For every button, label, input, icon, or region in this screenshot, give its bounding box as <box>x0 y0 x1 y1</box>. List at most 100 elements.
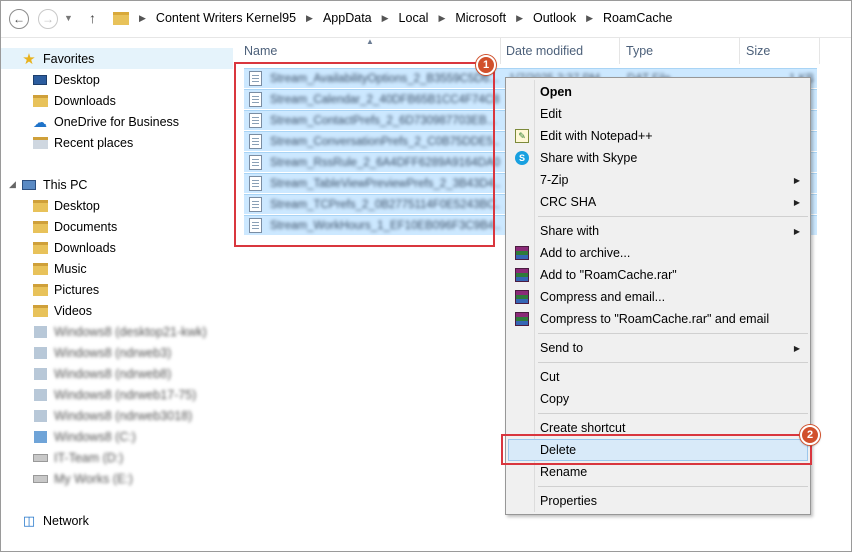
nav-blurred-item[interactable]: Windows8 (ndrweb8) <box>32 364 171 384</box>
nav-label: Windows8 (desktop21-kwk) <box>54 325 207 339</box>
breadcrumb-chevron-icon[interactable]: ▶ <box>139 13 146 24</box>
breadcrumb-chevron-icon[interactable]: ▶ <box>306 13 313 24</box>
column-label: Size <box>746 44 771 58</box>
nav-blurred-item[interactable]: Windows8 (C:) <box>32 427 136 447</box>
nav-fav-downloads[interactable]: Downloads <box>32 91 116 111</box>
breadcrumb-chevron-icon[interactable]: ▶ <box>586 13 593 24</box>
menu-item-copy[interactable]: Copy <box>508 388 808 410</box>
menu-label: Send to <box>540 341 584 355</box>
breadcrumb-item[interactable]: AppData <box>323 11 372 25</box>
menu-item-properties[interactable]: Properties <box>508 490 808 512</box>
forward-button[interactable]: → <box>38 9 58 29</box>
address-bar: ← → ▼ ↑ ▶ Content Writers Kernel95 ▶ App… <box>1 1 851 38</box>
nav-pc-desktop[interactable]: Desktop <box>32 196 100 216</box>
nav-label: Desktop <box>54 73 100 87</box>
menu-item-edit-notepad[interactable]: ✎ Edit with Notepad++ <box>508 125 808 147</box>
nav-pc-videos[interactable]: Videos <box>32 301 92 321</box>
breadcrumb-item[interactable]: Content Writers Kernel95 <box>156 11 296 25</box>
nav-label: Windows8 (C:) <box>54 430 136 444</box>
nav-fav-desktop[interactable]: Desktop <box>32 70 100 90</box>
column-header-type[interactable]: Type <box>626 38 653 64</box>
menu-item-open[interactable]: Open <box>508 81 808 103</box>
column-divider[interactable] <box>739 38 740 64</box>
submenu-arrow-icon: ▶ <box>793 197 800 207</box>
nav-blurred-item[interactable]: My Works (E:) <box>32 469 133 489</box>
menu-item-share-with[interactable]: Share with ▶ <box>508 220 808 242</box>
menu-item-compress-rar-email[interactable]: Compress to "RoamCache.rar" and email <box>508 308 808 330</box>
menu-item-share-skype[interactable]: S Share with Skype <box>508 147 808 169</box>
menu-item-send-to[interactable]: Send to ▶ <box>508 337 808 359</box>
breadcrumb-item[interactable]: Microsoft <box>455 11 506 25</box>
menu-separator <box>538 362 808 363</box>
column-divider[interactable] <box>619 38 620 64</box>
menu-item-add-archive[interactable]: Add to archive... <box>508 242 808 264</box>
column-header-name[interactable]: Name <box>244 38 277 64</box>
back-button[interactable]: ← <box>9 9 29 29</box>
menu-label: Edit with Notepad++ <box>540 129 653 143</box>
nav-pc-pictures[interactable]: Pictures <box>32 280 99 300</box>
recent-places-icon <box>32 137 48 149</box>
notepad-plus-icon: ✎ <box>515 129 529 143</box>
nav-network[interactable]: ◫ Network <box>21 511 89 531</box>
badge-number: 1 <box>482 59 490 71</box>
drive-icon <box>32 475 48 483</box>
column-header-size[interactable]: Size <box>746 38 770 64</box>
column-header-date[interactable]: Date modified <box>506 38 583 64</box>
nav-fav-onedrive[interactable]: ☁ OneDrive for Business <box>32 112 179 132</box>
nav-blurred-item[interactable]: Windows8 (ndrweb17-75) <box>32 385 196 405</box>
annotation-box-delete <box>501 434 812 465</box>
menu-item-edit[interactable]: Edit <box>508 103 808 125</box>
history-chevron-icon[interactable]: ▼ <box>64 13 73 23</box>
menu-label: Cut <box>540 370 560 384</box>
menu-item-crc-sha[interactable]: CRC SHA ▶ <box>508 191 808 213</box>
network-location-icon <box>33 326 47 338</box>
column-label: Type <box>626 44 654 58</box>
menu-label: Copy <box>540 392 570 406</box>
nav-blurred-item[interactable]: Windows8 (desktop21-kwk) <box>32 322 207 342</box>
nav-this-pc[interactable]: This PC <box>21 175 87 195</box>
menu-item-compress-email[interactable]: Compress and email... <box>508 286 808 308</box>
menu-item-7zip[interactable]: 7-Zip ▶ <box>508 169 808 191</box>
nav-label: IT-Team (D:) <box>54 451 124 465</box>
explorer-window: ← → ▼ ↑ ▶ Content Writers Kernel95 ▶ App… <box>0 0 852 552</box>
column-divider[interactable] <box>500 38 501 64</box>
menu-label: CRC SHA <box>540 195 597 209</box>
network-location-icon <box>33 389 47 401</box>
badge-number: 2 <box>806 429 814 441</box>
submenu-arrow-icon: ▶ <box>793 175 800 185</box>
breadcrumb-chevron-icon[interactable]: ▶ <box>516 13 523 24</box>
expand-chevron-icon[interactable]: ◢ <box>9 179 16 190</box>
up-arrow-icon[interactable]: ↑ <box>89 10 96 26</box>
breadcrumb-item[interactable]: RoamCache <box>603 11 672 25</box>
menu-label: Properties <box>540 494 597 508</box>
winrar-icon <box>515 312 529 326</box>
menu-label: Add to "RoamCache.rar" <box>540 268 677 282</box>
documents-folder-icon <box>32 221 48 233</box>
breadcrumb-chevron-icon[interactable]: ▶ <box>438 13 445 24</box>
menu-label: Rename <box>540 465 588 479</box>
desktop-folder-icon <box>32 200 48 212</box>
cloud-icon: ☁ <box>33 113 47 130</box>
menu-separator <box>538 216 808 217</box>
nav-fav-recent[interactable]: Recent places <box>32 133 133 153</box>
nav-label: Windows8 (ndrweb3018) <box>54 409 193 423</box>
nav-label: Windows8 (ndrweb17-75) <box>54 388 197 402</box>
nav-blurred-item[interactable]: IT-Team (D:) <box>32 448 123 468</box>
nav-blurred-item[interactable]: Windows8 (ndrweb3018) <box>32 406 192 426</box>
breadcrumb-item[interactable]: Outlook <box>533 11 576 25</box>
desktop-icon <box>33 75 47 85</box>
nav-pc-music[interactable]: Music <box>32 259 87 279</box>
nav-favorites[interactable]: ★ Favorites <box>21 49 94 69</box>
column-divider[interactable] <box>819 38 820 64</box>
computer-icon <box>22 180 36 190</box>
menu-item-add-rar[interactable]: Add to "RoamCache.rar" <box>508 264 808 286</box>
breadcrumb-chevron-icon[interactable]: ▶ <box>382 13 389 24</box>
breadcrumb-item[interactable]: Local <box>399 11 429 25</box>
nav-label: This PC <box>43 178 88 192</box>
nav-blurred-item[interactable]: Windows8 (ndrweb3) <box>32 343 171 363</box>
menu-item-cut[interactable]: Cut <box>508 366 808 388</box>
nav-pc-downloads[interactable]: Downloads <box>32 238 116 258</box>
nav-pc-documents[interactable]: Documents <box>32 217 117 237</box>
nav-label: Pictures <box>54 283 100 297</box>
winrar-icon <box>515 268 529 282</box>
